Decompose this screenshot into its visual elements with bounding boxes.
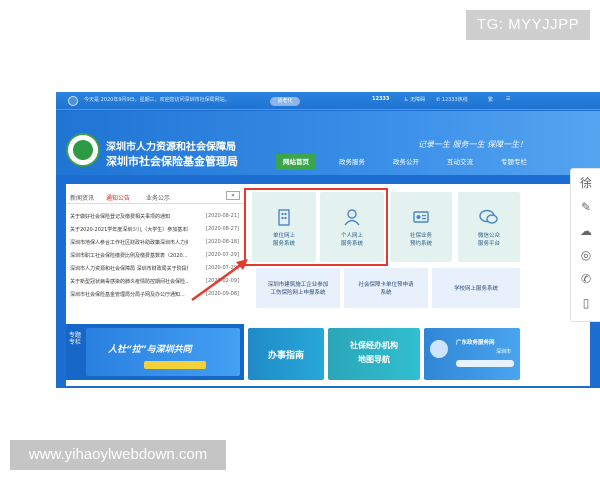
topic-subbar bbox=[144, 361, 206, 369]
news-tabs: 新闻资讯 通知公告 业务公示 » bbox=[66, 188, 244, 204]
nav-interaction[interactable]: 互动交流 bbox=[440, 154, 480, 170]
traditional-chinese-toggle[interactable]: 繁 bbox=[488, 96, 493, 103]
slogan: 记录一生 服务一生 保障一生！ bbox=[418, 140, 528, 149]
topic-banner[interactable]: 人社“拉”与深圳共同 bbox=[86, 328, 240, 376]
red-arrow-icon bbox=[191, 259, 248, 302]
wechat-icon bbox=[479, 209, 498, 224]
accessibility-icon: ♿ bbox=[404, 97, 409, 103]
weibo-icon[interactable]: ◎ bbox=[578, 247, 594, 263]
topic-column: 专题专栏 人社“拉”与深圳共同 bbox=[66, 324, 244, 380]
map-nav-banner[interactable]: 社保经办机构 地图导航 bbox=[328, 328, 420, 380]
guide-banner[interactable]: 办事指南 bbox=[248, 328, 324, 380]
date-text: 今天是 2020年9月9日，星期三，欢迎您访问深圳市社保局网站。 bbox=[84, 97, 230, 103]
ss-card-preapply-tile[interactable]: 社会保障卡单位预申请 系统 bbox=[344, 268, 428, 308]
feedback-icon[interactable]: ✎ bbox=[578, 199, 594, 215]
org-name: 深圳市人力资源和社会保障局 bbox=[106, 142, 236, 153]
chat-icon[interactable]: ☁ bbox=[578, 223, 594, 239]
nav-topics[interactable]: 专题专栏 bbox=[494, 154, 534, 170]
mobile-icon[interactable]: ▯ bbox=[578, 295, 594, 311]
top-bar: 今天是 2020年9月9日，星期三，欢迎您访问深圳市社保局网站。 适老化 123… bbox=[56, 92, 600, 110]
construction-injury-system-tile[interactable]: 深圳市建筑施工企业参加 工伤保险网上申报系统 bbox=[256, 268, 340, 308]
more-button[interactable]: » bbox=[226, 191, 240, 200]
gd-gov-service-banner[interactable]: 广东政务服务网 深圳市 bbox=[424, 328, 520, 380]
nav-gov-service[interactable]: 政务服务 bbox=[332, 154, 372, 170]
accessibility-label: 无障碍 bbox=[410, 97, 426, 103]
screenshot-stage: TG: MYYJJPP 今天是 2020年9月9日，星期三，欢迎您访问深圳市社保… bbox=[0, 0, 600, 480]
floating-toolbar: 徐 ✎ ☁ ◎ ✆ ▯ bbox=[570, 168, 600, 322]
elderly-mode-button[interactable]: 适老化 bbox=[270, 97, 300, 106]
website-screenshot: 今天是 2020年9月9日，星期三，欢迎您访问深圳市社保局网站。 适老化 123… bbox=[56, 92, 600, 388]
news-item[interactable]: 关于做好社会保险登记及缴费相关事项的通知 [2020-08-21] bbox=[66, 210, 244, 222]
small-emblem-icon bbox=[68, 96, 78, 106]
highlight-box bbox=[244, 188, 388, 266]
news-item[interactable]: 深圳市地保人参合工作社区财政补助政策深圳市人力资源... [2020-08-18] bbox=[66, 236, 244, 248]
accessibility-link[interactable]: ♿ 无障碍 bbox=[404, 96, 425, 103]
gov-search-bar[interactable] bbox=[456, 360, 514, 367]
service-icon[interactable]: 徐 bbox=[578, 175, 594, 191]
appointment-system-tile[interactable]: 社保业务 预约系统 bbox=[390, 192, 452, 262]
phone-icon[interactable]: ✆ bbox=[578, 271, 594, 287]
news-item[interactable]: 关于2020-2021学年度深圳少儿（大学生）参加基本医疗保险...[2020-… bbox=[66, 223, 244, 235]
hotline-label: 12333热线 bbox=[441, 97, 468, 103]
fund-name: 深圳市社会保险基金管理局 bbox=[106, 155, 238, 168]
tab-news[interactable]: 新闻资讯 bbox=[70, 193, 94, 202]
topic-label: 专题专栏 bbox=[68, 332, 81, 346]
nav-gov-open[interactable]: 政务公开 bbox=[386, 154, 426, 170]
gov-service-logo-icon bbox=[430, 340, 448, 358]
watermark: www.yihaoylwebdown.com bbox=[10, 440, 226, 470]
telegram-tag: TG: MYYJJPP bbox=[466, 10, 590, 40]
tab-business[interactable]: 业务公示 bbox=[146, 193, 170, 202]
id-card-icon bbox=[413, 211, 429, 223]
logo-mark: 12333 bbox=[372, 96, 390, 102]
school-online-service-tile[interactable]: 学校网上服务系统 bbox=[432, 268, 520, 308]
hotline-link[interactable]: ✆ 12333热线 bbox=[436, 96, 468, 103]
tab-notices[interactable]: 通知公告 bbox=[106, 193, 130, 202]
bureau-logo-icon[interactable] bbox=[66, 133, 100, 167]
nav-home[interactable]: 网站首页 bbox=[276, 154, 316, 170]
phone-icon: ✆ bbox=[436, 97, 441, 103]
wechat-platform-tile[interactable]: 微信公众 服务平台 bbox=[458, 192, 520, 262]
menu-icon[interactable]: ☰ bbox=[506, 96, 510, 102]
